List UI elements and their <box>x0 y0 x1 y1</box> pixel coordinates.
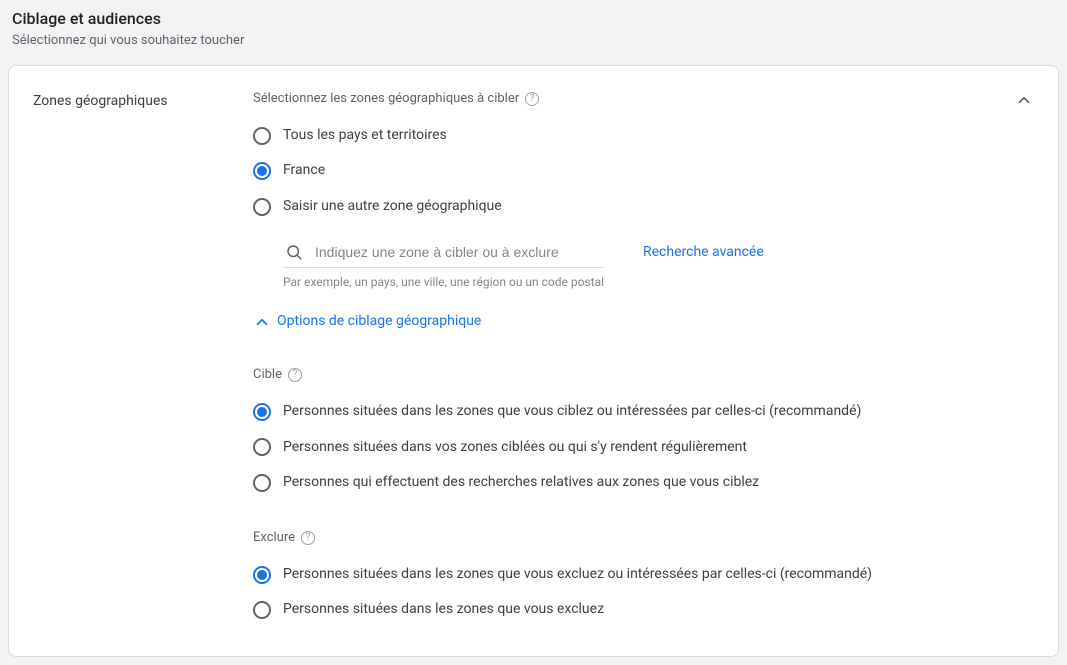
chevron-up-icon <box>1015 91 1033 109</box>
radio-row-france[interactable]: France <box>253 153 1026 189</box>
collapse-button[interactable] <box>1006 82 1042 118</box>
radio-button[interactable] <box>253 162 271 180</box>
radio-label: Personnes situées dans les zones que vou… <box>283 600 604 620</box>
help-icon[interactable]: ? <box>301 531 315 545</box>
radio-button[interactable] <box>253 601 271 619</box>
radio-button[interactable] <box>253 474 271 492</box>
radio-label: Saisir une autre zone géographique <box>283 197 502 217</box>
search-hint: Par exemple, un pays, une ville, une rég… <box>283 274 1026 291</box>
location-search-block: Recherche avancée Par exemple, un pays, … <box>283 239 1026 291</box>
radio-button[interactable] <box>253 403 271 421</box>
chevron-up-icon <box>253 313 271 331</box>
radio-row-other-location[interactable]: Saisir une autre zone géographique <box>253 189 1026 225</box>
radio-label: Personnes situées dans les zones que vou… <box>283 402 861 422</box>
target-label: Cible ? <box>253 366 1026 384</box>
radio-button[interactable] <box>253 566 271 584</box>
radio-label: France <box>283 161 325 181</box>
advanced-search-link[interactable]: Recherche avancée <box>643 243 764 263</box>
page-title: Ciblage et audiences <box>8 8 1059 30</box>
geo-targeting-options-label: Options de ciblage géographique <box>277 312 481 332</box>
radio-button[interactable] <box>253 438 271 456</box>
radio-button[interactable] <box>253 198 271 216</box>
page-subtitle: Sélectionnez qui vous souhaitez toucher <box>8 32 1059 50</box>
search-icon <box>285 243 303 261</box>
radio-row-exclude-presence[interactable]: Personnes situées dans les zones que vou… <box>253 592 1026 628</box>
target-label-text: Cible <box>253 366 282 384</box>
radio-label: Personnes situées dans vos zones ciblées… <box>283 438 747 458</box>
radio-button[interactable] <box>253 127 271 145</box>
radio-label: Tous les pays et territoires <box>283 126 447 146</box>
help-icon[interactable]: ? <box>288 368 302 382</box>
radio-row-target-search-interest[interactable]: Personnes qui effectuent des recherches … <box>253 465 1026 501</box>
radio-label: Personnes qui effectuent des recherches … <box>283 473 759 493</box>
geo-targeting-options-toggle[interactable]: Options de ciblage géographique <box>253 312 481 332</box>
select-zones-label-text: Sélectionnez les zones géographiques à c… <box>253 90 519 108</box>
locations-card: Zones géographiques Sélectionnez les zon… <box>8 65 1059 658</box>
exclude-label: Exclure ? <box>253 529 1026 547</box>
search-input-wrap[interactable] <box>283 239 603 268</box>
target-section: Cible ? Personnes situées dans les zones… <box>253 366 1026 501</box>
exclude-label-text: Exclure <box>253 529 295 547</box>
radio-row-target-presence-interest[interactable]: Personnes situées dans les zones que vou… <box>253 394 1026 430</box>
radio-row-exclude-presence-interest[interactable]: Personnes situées dans les zones que vou… <box>253 557 1026 593</box>
radio-row-target-presence[interactable]: Personnes situées dans vos zones ciblées… <box>253 430 1026 466</box>
section-left-label: Zones géographiques <box>33 90 253 629</box>
help-icon[interactable]: ? <box>525 92 539 106</box>
radio-row-all-countries[interactable]: Tous les pays et territoires <box>253 118 1026 154</box>
search-input[interactable] <box>313 243 601 261</box>
radio-label: Personnes situées dans les zones que vou… <box>283 565 872 585</box>
select-zones-label: Sélectionnez les zones géographiques à c… <box>253 90 1026 108</box>
exclude-section: Exclure ? Personnes situées dans les zon… <box>253 529 1026 628</box>
